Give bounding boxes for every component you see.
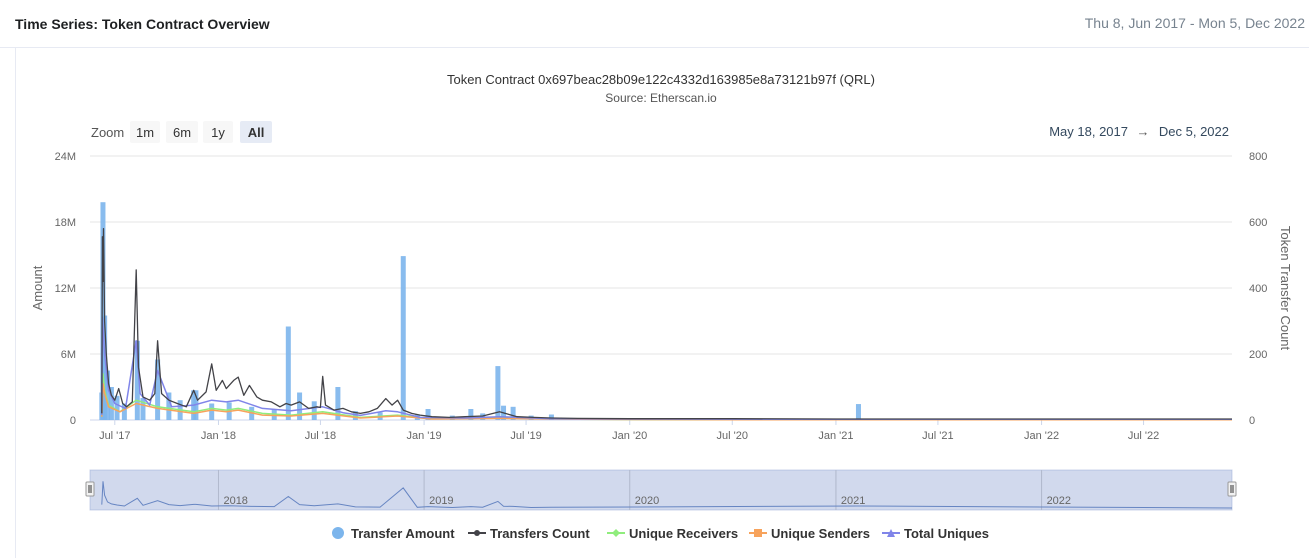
x-axis: Jul '17 Jan '18 Jul '18 Jan '19 Jul '19 Jan '… [99, 420, 1159, 442]
y-left-tick-label: 6M [61, 349, 76, 361]
navigator[interactable]: 2018 2019 2020 2021 2022 [85, 469, 1237, 511]
y-left-axis-title: Amount [30, 265, 45, 310]
transfer-amount-bar [209, 403, 215, 420]
x-tick-label: Jan '18 [201, 430, 236, 442]
chart-subtitle: Source: Etherscan.io [605, 91, 717, 105]
x-tick-label: Jul '18 [305, 430, 336, 442]
navigator-year-label: 2020 [635, 495, 659, 507]
legend-symbol-marker [754, 529, 762, 537]
y-right-tick-label: 600 [1249, 217, 1267, 229]
chart-title: Token Contract 0x697beac28b09e122c4332d1… [447, 72, 875, 87]
transfer-amount-bar [311, 401, 317, 420]
time-series-chart: Token Contract 0x697beac28b09e122c4332d1… [30, 72, 1293, 541]
legend-symbol-circle [332, 527, 344, 539]
zoom-buttons: 1m 6m 1y All [130, 121, 272, 143]
y-right-tick-label: 800 [1249, 151, 1267, 163]
legend-symbol-marker [474, 530, 480, 536]
navigator-year-label: 2018 [223, 495, 247, 507]
legend-total-uniques[interactable]: Total Uniques [882, 526, 989, 541]
y-right-tick-label: 400 [1249, 283, 1267, 295]
range-arrow: → [1137, 124, 1150, 139]
legend: Transfer Amount Transfers Count Unique Rec… [332, 526, 989, 541]
range-to[interactable]: Dec 5, 2022 [1159, 124, 1229, 139]
transfer-amount-bar [855, 404, 861, 420]
unique-receivers-line [101, 373, 1232, 421]
x-tick-label: Jan '19 [407, 430, 442, 442]
zoom-button-All[interactable]: All [248, 125, 265, 140]
grid-lines [90, 155, 1232, 421]
transfer-amount-bars [99, 202, 861, 420]
legend-label: Unique Receivers [629, 526, 738, 541]
x-tick-label: Jul '19 [510, 430, 541, 442]
navigator-year-label: 2021 [841, 495, 865, 507]
legend-transfers-count[interactable]: Transfers Count [468, 526, 590, 541]
legend-unique-receivers[interactable]: Unique Receivers [607, 526, 738, 541]
y-left-tick-label: 18M [55, 217, 76, 229]
transfer-amount-bar [285, 326, 291, 420]
range-from[interactable]: May 18, 2017 [1049, 124, 1128, 139]
legend-label: Transfer Amount [351, 526, 455, 541]
legend-label: Transfers Count [490, 526, 590, 541]
legend-symbol-marker [612, 529, 620, 537]
y-left-tick-label: 0 [70, 415, 76, 427]
y-right-axis-title: Token Transfer Count [1278, 226, 1293, 351]
y-left-axis: 0 6M 12M 18M 24M [55, 151, 76, 427]
zoom-button-1y[interactable]: 1y [211, 125, 225, 140]
navigator-year-label: 2019 [429, 495, 453, 507]
y-right-tick-label: 200 [1249, 349, 1267, 361]
navigator-right-handle[interactable] [1227, 481, 1237, 497]
y-right-axis: 0 200 400 600 800 [1249, 151, 1267, 427]
legend-label: Unique Senders [771, 526, 870, 541]
navigator-left-handle[interactable] [85, 481, 95, 497]
zoom-label: Zoom [91, 125, 124, 140]
x-tick-label: Jan '21 [818, 430, 853, 442]
y-left-tick-label: 24M [55, 151, 76, 163]
transfer-amount-bar [400, 256, 406, 420]
legend-transfer-amount[interactable]: Transfer Amount [332, 526, 455, 541]
x-tick-label: Jul '17 [99, 430, 130, 442]
x-tick-label: Jul '20 [717, 430, 748, 442]
legend-unique-senders[interactable]: Unique Senders [749, 526, 870, 541]
total-uniques-line [101, 316, 1232, 421]
zoom-button-6m[interactable]: 6m [173, 125, 191, 140]
legend-label: Total Uniques [904, 526, 989, 541]
x-tick-label: Jul '21 [922, 430, 953, 442]
transfers-count-line [101, 227, 1232, 420]
x-tick-label: Jul '22 [1128, 430, 1159, 442]
x-tick-label: Jan '20 [612, 430, 647, 442]
zoom-button-1m[interactable]: 1m [136, 125, 154, 140]
y-left-tick-label: 12M [55, 283, 76, 295]
series-lines [101, 227, 1232, 421]
navigator-year-label: 2022 [1047, 495, 1071, 507]
y-right-tick-label: 0 [1249, 415, 1255, 427]
x-tick-label: Jan '22 [1024, 430, 1059, 442]
